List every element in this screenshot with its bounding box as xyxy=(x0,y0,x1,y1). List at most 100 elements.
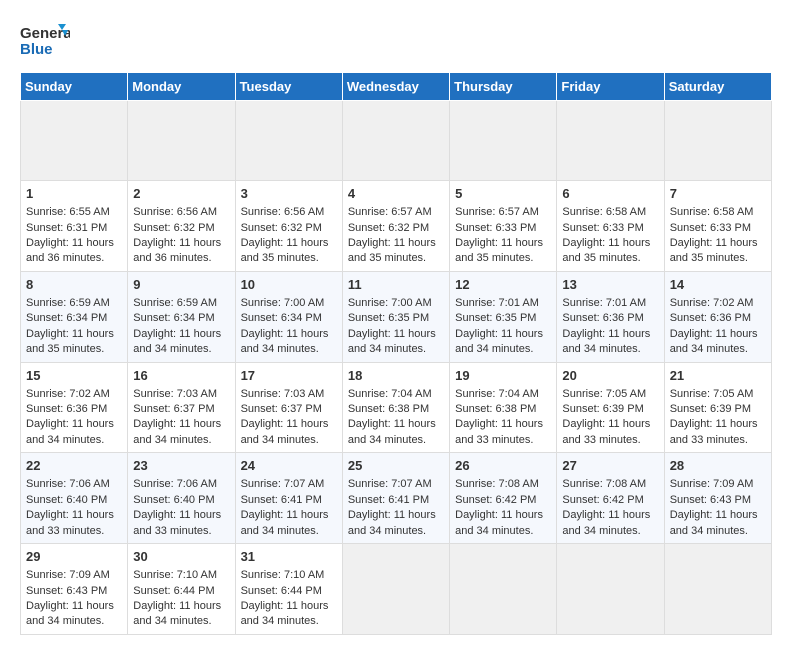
day-number: 28 xyxy=(670,457,766,475)
daylight-line: Daylight: 11 hours and 36 minutes. xyxy=(26,237,114,264)
daylight-line: Daylight: 11 hours and 34 minutes. xyxy=(133,418,221,445)
calendar-cell: 15Sunrise: 7:02 AMSunset: 6:36 PMDayligh… xyxy=(21,362,128,453)
daylight-line: Daylight: 11 hours and 33 minutes. xyxy=(133,509,221,536)
sunset-line: Sunset: 6:39 PM xyxy=(670,403,751,415)
sunset-line: Sunset: 6:37 PM xyxy=(133,403,214,415)
sunrise-line: Sunrise: 7:05 AM xyxy=(562,388,646,400)
sunrise-line: Sunrise: 6:58 AM xyxy=(562,206,646,218)
day-number: 16 xyxy=(133,367,229,385)
daylight-line: Daylight: 11 hours and 35 minutes. xyxy=(348,237,436,264)
day-number: 24 xyxy=(241,457,337,475)
daylight-line: Daylight: 11 hours and 34 minutes. xyxy=(26,418,114,445)
calendar-cell xyxy=(235,101,342,181)
calendar-cell xyxy=(450,544,557,635)
daylight-line: Daylight: 11 hours and 34 minutes. xyxy=(133,600,221,627)
sunset-line: Sunset: 6:41 PM xyxy=(348,494,429,506)
daylight-line: Daylight: 11 hours and 34 minutes. xyxy=(241,418,329,445)
sunset-line: Sunset: 6:34 PM xyxy=(26,312,107,324)
day-number: 19 xyxy=(455,367,551,385)
sunset-line: Sunset: 6:31 PM xyxy=(26,222,107,234)
calendar-cell: 12Sunrise: 7:01 AMSunset: 6:35 PMDayligh… xyxy=(450,271,557,362)
day-number: 22 xyxy=(26,457,122,475)
sunset-line: Sunset: 6:36 PM xyxy=(670,312,751,324)
calendar-cell: 2 Sunrise: 6:56 AM Sunset: 6:32 PM Daylight… xyxy=(128,181,235,272)
day-number: 13 xyxy=(562,276,658,294)
sunrise-line: Sunrise: 6:55 AM xyxy=(26,206,110,218)
calendar-cell: 22Sunrise: 7:06 AMSunset: 6:40 PMDayligh… xyxy=(21,453,128,544)
sunrise-line: Sunrise: 6:56 AM xyxy=(133,206,217,218)
sunset-line: Sunset: 6:32 PM xyxy=(348,222,429,234)
sunset-line: Sunset: 6:32 PM xyxy=(241,222,322,234)
daylight-line: Daylight: 11 hours and 34 minutes. xyxy=(455,509,543,536)
sunrise-line: Sunrise: 6:59 AM xyxy=(133,297,217,309)
sunrise-line: Sunrise: 7:02 AM xyxy=(26,388,110,400)
calendar-cell: 26Sunrise: 7:08 AMSunset: 6:42 PMDayligh… xyxy=(450,453,557,544)
day-header: Saturday xyxy=(664,73,771,101)
calendar-week: 29Sunrise: 7:09 AMSunset: 6:43 PMDayligh… xyxy=(21,544,772,635)
daylight-line: Daylight: 11 hours and 34 minutes. xyxy=(562,328,650,355)
sunset-line: Sunset: 6:43 PM xyxy=(670,494,751,506)
daylight-line: Daylight: 11 hours and 34 minutes. xyxy=(348,509,436,536)
calendar-cell xyxy=(450,101,557,181)
calendar-cell: 25Sunrise: 7:07 AMSunset: 6:41 PMDayligh… xyxy=(342,453,449,544)
calendar-cell: 31Sunrise: 7:10 AMSunset: 6:44 PMDayligh… xyxy=(235,544,342,635)
day-number: 25 xyxy=(348,457,444,475)
calendar-cell: 6Sunrise: 6:58 AMSunset: 6:33 PMDaylight… xyxy=(557,181,664,272)
sunrise-line: Sunrise: 6:58 AM xyxy=(670,206,754,218)
sunset-line: Sunset: 6:44 PM xyxy=(241,585,322,597)
day-header: Monday xyxy=(128,73,235,101)
calendar-week: 22 Sunrise: 7:06 AM Sunset: 6:40 PM Dayligh… xyxy=(21,453,772,544)
day-number: 14 xyxy=(670,276,766,294)
sunset-line: Sunset: 6:37 PM xyxy=(241,403,322,415)
daylight-line: Daylight: 11 hours and 36 minutes. xyxy=(133,237,221,264)
sunrise-line: Sunrise: 7:06 AM xyxy=(133,478,217,490)
calendar-cell xyxy=(128,101,235,181)
daylight-line: Daylight: 11 hours and 34 minutes. xyxy=(348,328,436,355)
daylight-line: Daylight: 11 hours and 35 minutes. xyxy=(455,237,543,264)
calendar-table: SundayMondayTuesdayWednesdayThursdayFrid… xyxy=(20,72,772,635)
daylight-line: Daylight: 11 hours and 34 minutes. xyxy=(241,328,329,355)
day-header: Tuesday xyxy=(235,73,342,101)
day-header: Thursday xyxy=(450,73,557,101)
daylight-line: Daylight: 11 hours and 34 minutes. xyxy=(562,509,650,536)
sunrise-line: Sunrise: 7:03 AM xyxy=(241,388,325,400)
calendar-cell: 18Sunrise: 7:04 AMSunset: 6:38 PMDayligh… xyxy=(342,362,449,453)
calendar-cell: 24Sunrise: 7:07 AMSunset: 6:41 PMDayligh… xyxy=(235,453,342,544)
calendar-cell xyxy=(557,544,664,635)
daylight-line: Daylight: 11 hours and 34 minutes. xyxy=(241,509,329,536)
day-number: 21 xyxy=(670,367,766,385)
daylight-line: Daylight: 11 hours and 35 minutes. xyxy=(670,237,758,264)
calendar-cell: 1Sunrise: 6:55 AMSunset: 6:31 PMDaylight… xyxy=(21,181,128,272)
sunset-line: Sunset: 6:32 PM xyxy=(133,222,214,234)
calendar-cell: 16Sunrise: 7:03 AMSunset: 6:37 PMDayligh… xyxy=(128,362,235,453)
day-header: Sunday xyxy=(21,73,128,101)
day-number: 15 xyxy=(26,367,122,385)
calendar-cell: 29Sunrise: 7:09 AMSunset: 6:43 PMDayligh… xyxy=(21,544,128,635)
sunset-line: Sunset: 6:38 PM xyxy=(455,403,536,415)
logo: GeneralBlue xyxy=(20,20,70,62)
calendar-cell: 7Sunrise: 6:58 AMSunset: 6:33 PMDaylight… xyxy=(664,181,771,272)
calendar-cell xyxy=(21,101,128,181)
calendar-cell: 5Sunrise: 6:57 AMSunset: 6:33 PMDaylight… xyxy=(450,181,557,272)
calendar-cell: 19Sunrise: 7:04 AMSunset: 6:38 PMDayligh… xyxy=(450,362,557,453)
page-header: GeneralBlue xyxy=(20,20,772,62)
sunrise-line: Sunrise: 7:00 AM xyxy=(241,297,325,309)
sunset-line: Sunset: 6:43 PM xyxy=(26,585,107,597)
calendar-cell xyxy=(664,544,771,635)
day-number: 27 xyxy=(562,457,658,475)
calendar-cell xyxy=(557,101,664,181)
sunrise-line: Sunrise: 7:10 AM xyxy=(241,569,325,581)
sunrise-line: Sunrise: 7:04 AM xyxy=(348,388,432,400)
daylight-line: Daylight: 11 hours and 34 minutes. xyxy=(455,328,543,355)
day-header: Wednesday xyxy=(342,73,449,101)
sunset-line: Sunset: 6:35 PM xyxy=(348,312,429,324)
calendar-cell: 30Sunrise: 7:10 AMSunset: 6:44 PMDayligh… xyxy=(128,544,235,635)
sunrise-line: Sunrise: 6:59 AM xyxy=(26,297,110,309)
sunset-line: Sunset: 6:39 PM xyxy=(562,403,643,415)
sunset-line: Sunset: 6:40 PM xyxy=(133,494,214,506)
day-number: 2 xyxy=(133,185,229,203)
calendar-week xyxy=(21,101,772,181)
day-number: 5 xyxy=(455,185,551,203)
calendar-cell: 13Sunrise: 7:01 AMSunset: 6:36 PMDayligh… xyxy=(557,271,664,362)
daylight-line: Daylight: 11 hours and 35 minutes. xyxy=(26,328,114,355)
